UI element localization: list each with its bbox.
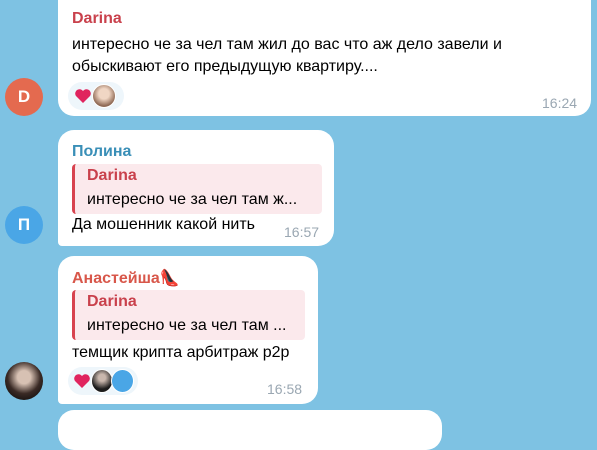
sender-name[interactable]: Анастейша👠 — [72, 268, 180, 288]
sender-name-text: Анастейша — [72, 270, 160, 287]
reactor-avatar — [111, 369, 135, 393]
reply-author: Darina — [87, 167, 137, 184]
reply-text: интересно че за чел там ж... — [87, 191, 298, 208]
message-text: Да мошенник какой нить — [72, 216, 256, 233]
message-text: интересно че за чел там жил до вас что а… — [72, 36, 502, 53]
message-text: обыскивают его предыдущую квартиру.... — [72, 58, 378, 75]
heart-icon — [72, 85, 94, 107]
avatar-letter: П — [17, 215, 31, 234]
timestamp: 16:58 — [267, 381, 303, 397]
reply-text: интересно че за чел там ... — [87, 317, 287, 334]
sender-name[interactable]: Darina — [72, 10, 122, 28]
reactor-avatar — [92, 84, 116, 108]
sender-name[interactable]: Полина — [72, 143, 131, 161]
reactor-avatar — [90, 369, 114, 393]
reply-author: Darina — [87, 293, 137, 310]
reply-preview[interactable]: Darina интересно че за чел там ж... — [72, 164, 322, 214]
timestamp: 16:57 — [284, 224, 320, 240]
high-heel-icon: 👠 — [159, 270, 180, 287]
timestamp: 16:24 — [542, 95, 578, 111]
reply-preview[interactable]: Darina интересно че за чел там ... — [72, 290, 305, 340]
reaction-chip[interactable] — [68, 82, 124, 110]
message-bubble-4[interactable] — [58, 410, 442, 450]
avatar[interactable] — [5, 362, 43, 400]
avatar[interactable]: D — [5, 78, 43, 116]
message-text: темщик крипта арбитраж р2р — [72, 344, 290, 361]
avatar[interactable]: П — [5, 206, 43, 244]
reaction-chip[interactable] — [68, 367, 138, 395]
heart-icon — [72, 370, 93, 392]
avatar-letter: D — [17, 87, 31, 106]
